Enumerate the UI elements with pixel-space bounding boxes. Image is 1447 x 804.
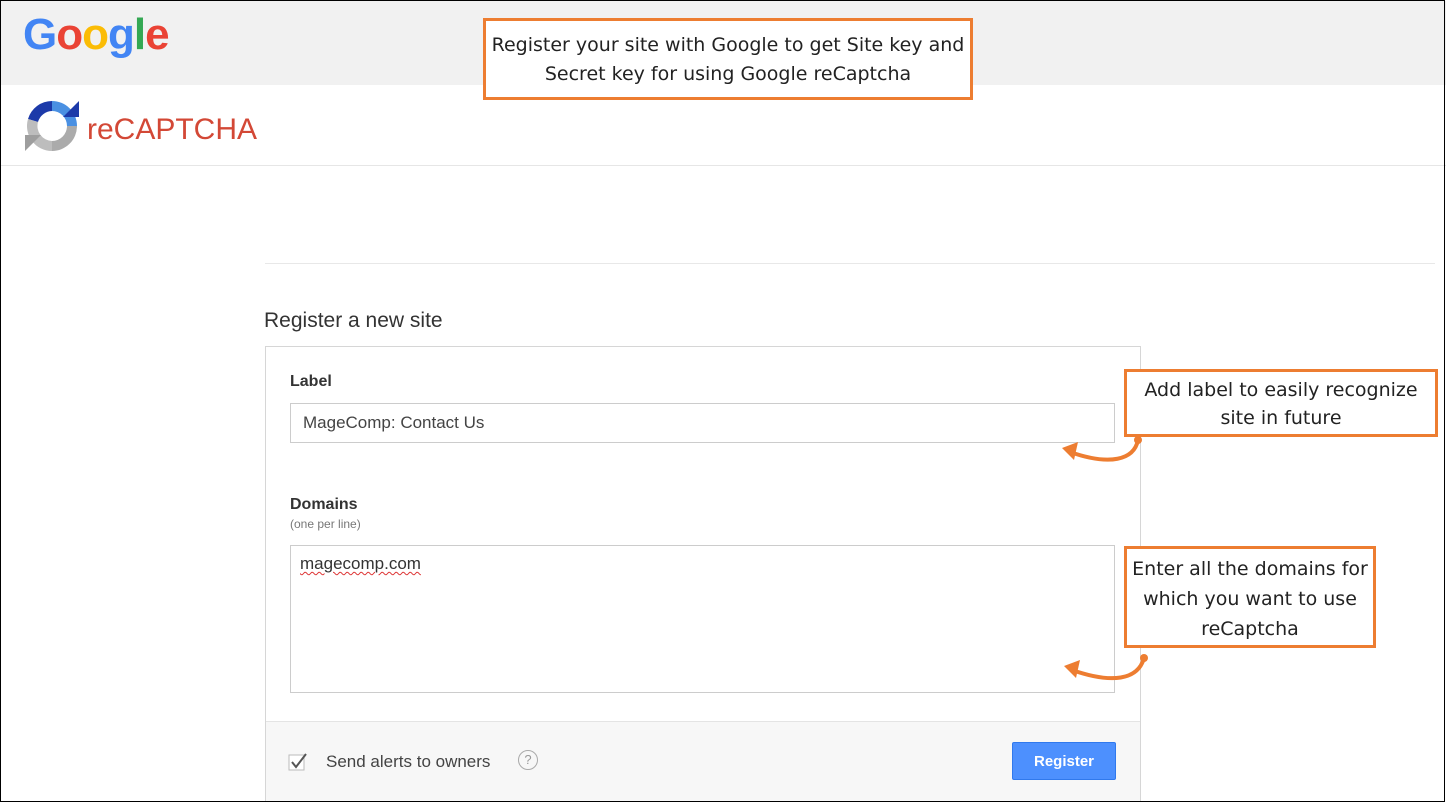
label-field-label: Label xyxy=(290,373,332,390)
domains-field-label: Domains xyxy=(290,496,358,513)
form-footer: Send alerts to owners ? Register xyxy=(266,721,1140,802)
arrow-to-domains-icon xyxy=(1064,654,1148,681)
register-button[interactable]: Register xyxy=(1012,742,1116,780)
annotation-register-site: Register your site with Google to get Si… xyxy=(483,18,973,100)
help-icon[interactable]: ? xyxy=(518,750,538,770)
register-site-panel: Label MageComp: Contact Us Domains (one … xyxy=(265,346,1141,802)
domains-value: magecomp.com xyxy=(300,554,421,573)
arrow-to-label-icon xyxy=(1062,436,1142,462)
label-input[interactable]: MageComp: Contact Us xyxy=(290,403,1115,443)
recaptcha-logo-icon[interactable] xyxy=(21,95,83,157)
section-divider xyxy=(265,263,1435,264)
send-alerts-label[interactable]: Send alerts to owners xyxy=(326,752,490,772)
domains-textarea[interactable]: magecomp.com xyxy=(290,545,1115,693)
checkmark-icon[interactable] xyxy=(288,752,308,772)
annotation-domains: Enter all the domains for which you want… xyxy=(1124,546,1376,648)
recaptcha-product-name: reCAPTCHA xyxy=(87,113,258,146)
page-title: Register a new site xyxy=(264,309,443,332)
google-logo[interactable]: Google xyxy=(23,13,170,57)
domains-hint: (one per line) xyxy=(290,517,361,531)
annotation-label: Add label to easily recognize site in fu… xyxy=(1124,369,1438,437)
